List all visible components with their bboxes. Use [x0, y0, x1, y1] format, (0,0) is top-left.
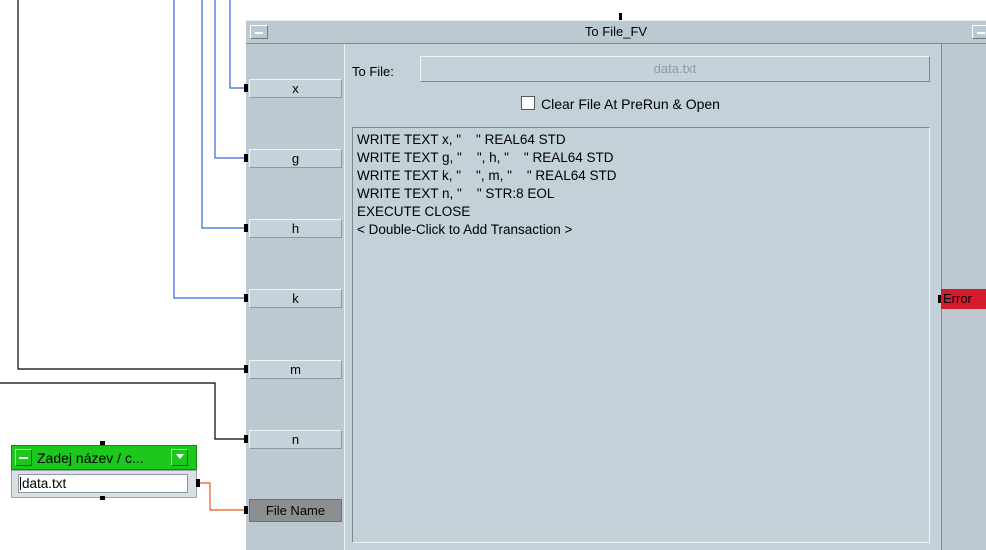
pin-terminal-n[interactable] — [244, 435, 248, 443]
clear-file-checkbox[interactable] — [521, 96, 535, 110]
text-input-title-bar[interactable]: Zadej název / c... — [11, 445, 197, 470]
dropdown-menu-icon[interactable] — [171, 449, 188, 466]
transaction-line[interactable]: WRITE TEXT n, " " STR:8 EOL — [357, 185, 925, 203]
input-pin-n[interactable]: n — [249, 430, 342, 449]
wire-n — [0, 382, 246, 440]
transaction-line[interactable]: WRITE TEXT x, " " REAL64 STD — [357, 131, 925, 149]
input-pin-file-name[interactable]: File Name — [249, 499, 342, 522]
transaction-line[interactable]: EXECUTE CLOSE — [357, 203, 925, 221]
pin-terminal-x[interactable] — [244, 84, 248, 92]
pin-terminal-h[interactable] — [244, 224, 248, 232]
text-output-pin[interactable] — [196, 479, 200, 487]
wire-x — [229, 0, 246, 89]
sequence-out-pin[interactable] — [100, 496, 105, 500]
pin-terminal-m[interactable] — [244, 365, 248, 373]
pin-terminal-k[interactable] — [244, 294, 248, 302]
transaction-list[interactable]: WRITE TEXT x, " " REAL64 STD WRITE TEXT … — [352, 127, 930, 543]
object-title: To File_FV — [584, 24, 648, 39]
to-file-label: To File: — [352, 64, 394, 79]
input-pin-k[interactable]: k — [249, 289, 342, 308]
output-pin-error[interactable]: Error — [941, 289, 986, 309]
clear-file-label: Clear File At PreRun & Open — [541, 96, 720, 112]
input-pin-x[interactable]: x — [249, 79, 342, 98]
pin-terminal-file-name[interactable] — [244, 506, 248, 514]
minimize-icon[interactable] — [15, 449, 32, 466]
transaction-line[interactable]: WRITE TEXT k, " ", m, " " REAL64 STD — [357, 167, 925, 185]
wire-filename — [200, 482, 246, 511]
input-pin-m[interactable]: m — [249, 360, 342, 379]
wire-m — [17, 0, 246, 370]
text-input-body: data.txt — [11, 470, 197, 498]
input-pin-h[interactable]: h — [249, 219, 342, 238]
object-menu-icon[interactable] — [972, 25, 986, 39]
pin-terminal-g[interactable] — [244, 154, 248, 162]
input-pin-g[interactable]: g — [249, 149, 342, 168]
transaction-line[interactable]: WRITE TEXT g, " ", h, " " REAL64 STD — [357, 149, 925, 167]
to-file-field[interactable]: data.txt — [420, 56, 930, 82]
text-input-title: Zadej název / c... — [37, 450, 144, 466]
wire-h — [201, 0, 246, 229]
to-file-title-bar[interactable]: To File_FV — [246, 20, 986, 44]
add-transaction-hint[interactable]: < Double-Click to Add Transaction > — [357, 221, 925, 239]
file-name-input[interactable]: data.txt — [18, 474, 188, 493]
wire-k — [173, 0, 246, 299]
